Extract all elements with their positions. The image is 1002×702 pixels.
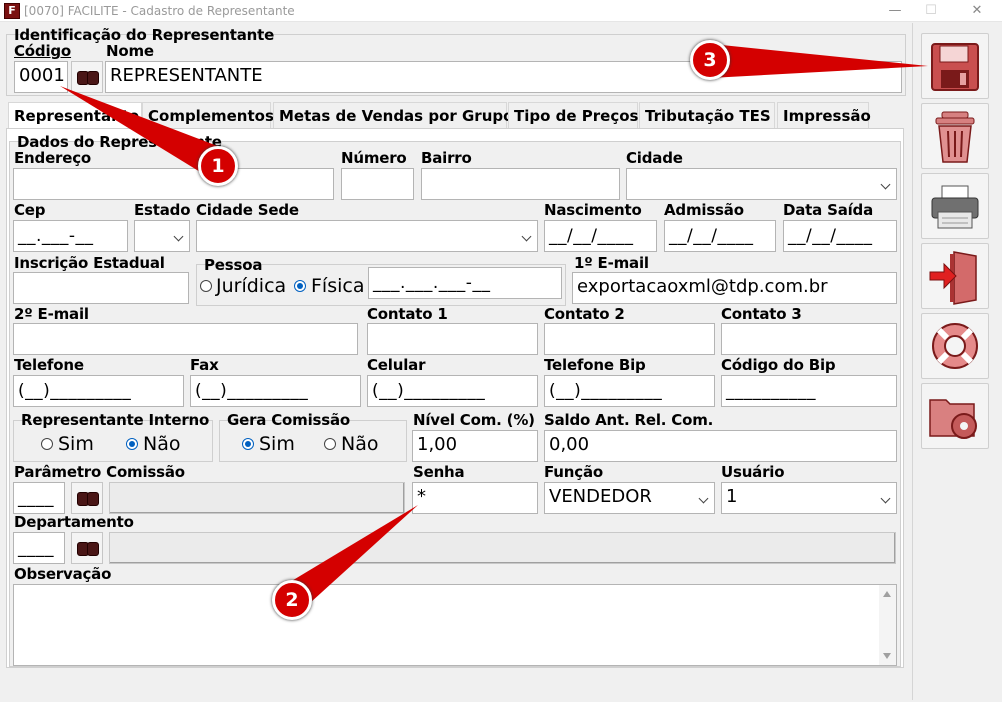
- callout-badge-3: 3: [690, 40, 730, 80]
- callout-badge-2: 2: [272, 580, 312, 620]
- callout-arrow-3: [710, 44, 928, 78]
- callout-arrows: [60, 44, 928, 612]
- callout-badge-1: 1: [198, 146, 238, 186]
